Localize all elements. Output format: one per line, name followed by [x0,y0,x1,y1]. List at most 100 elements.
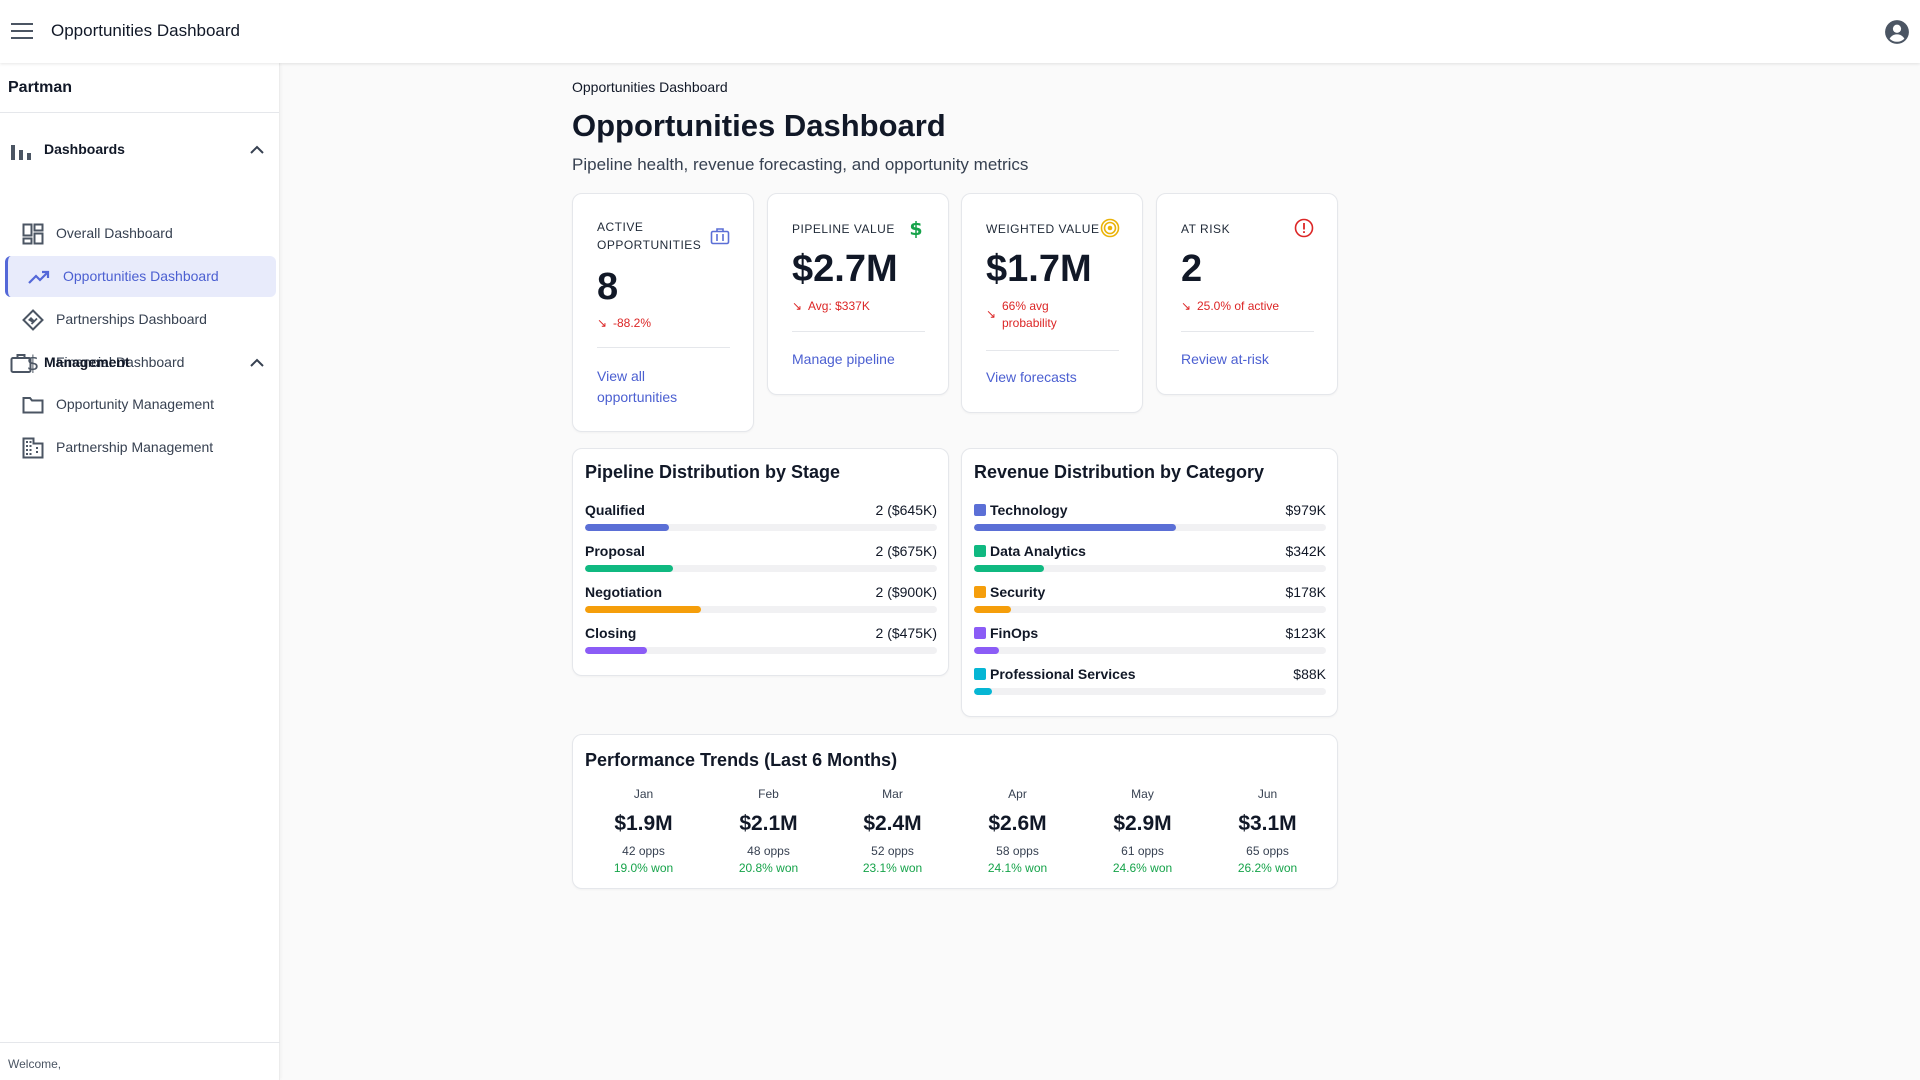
month-opps: 58 opps [996,844,1039,858]
kpi-value: 2 [1181,248,1203,290]
category-value: $342K [1285,543,1326,559]
sidebar-item-opportunity-management[interactable]: Opportunity Management [5,384,276,425]
kpi-value: $1.7M [986,248,1092,290]
menu-button[interactable] [8,15,36,47]
category-label: FinOps [974,625,1038,641]
pipeline-row-proposal: Proposal 2 ($675K) [585,543,937,572]
progress-fill [974,565,1045,572]
progress-fill [974,606,1011,613]
month-opps: 42 opps [622,844,665,858]
progress-track [585,606,937,613]
sidebar-item-partnerships-dashboard[interactable]: Partnerships Dashboard [5,299,276,340]
page-subtitle: Pipeline health, revenue forecasting, an… [572,155,1029,174]
month-won-rate: 20.8% won [738,861,799,875]
progress-track [585,524,937,531]
month-label: Jun [1257,787,1278,801]
stage-value: 2 ($900K) [875,584,937,600]
month-value: $2.6M [988,812,1047,835]
handshake-icon [22,309,44,331]
sidebar-item-label: Opportunity Management [56,396,214,412]
trending-down-arrow-icon: ↘ [986,307,997,321]
building-icon [22,437,44,459]
stage-value: 2 ($475K) [875,625,937,641]
month-value: $1.9M [614,812,673,835]
hamburger-menu-icon [11,23,33,39]
kpi-delta-text: -88.2% [613,316,652,330]
manage-pipeline-link[interactable]: Manage pipeline [792,349,895,370]
month-label: Apr [1008,787,1027,801]
kpi-label: Weighted Value [986,222,1100,236]
nav-section-label: Management [44,354,130,370]
category-value: $979K [1285,502,1326,518]
kpi-delta-text: 66% avg probability [1002,299,1057,330]
month-label: May [1131,787,1154,801]
month-won-rate: 26.2% won [1237,861,1298,875]
stage-label: Qualified [585,502,645,518]
briefcase-icon [710,228,730,245]
kpi-delta-text: Avg: $337K [808,299,870,313]
sidebar-item-partnership-management[interactable]: Partnership Management [5,427,276,468]
divider [597,347,730,348]
section-title: Revenue Distribution by Category [974,462,1265,482]
kpi-card-weighted-value: Weighted Value $1.7M ↘ 66% avg probabili… [961,193,1143,413]
progress-fill [585,647,647,654]
kpi-card-active-opportunities: Active Opportunities 8 ↘ -88.2% View all… [572,193,754,432]
dollar-icon: $ [909,218,922,238]
progress-fill [974,647,1000,654]
sidebar-item-label: Partnership Management [56,439,214,455]
sidebar: Partman Dashboards Overall Dashboard Opp… [0,63,280,1080]
nav-section-dashboards[interactable]: Dashboards [0,129,280,169]
category-value: $88K [1293,666,1326,682]
legend-swatch [974,586,986,598]
folder-icon [22,397,44,414]
category-value: $178K [1285,584,1326,600]
account-button[interactable] [1884,19,1910,45]
revenue-row-technology: Technology $979K [974,502,1326,531]
progress-track [974,606,1326,613]
kpi-value: 8 [597,266,619,308]
category-label: Security [974,584,1045,600]
month-opps: 65 opps [1246,844,1289,858]
trending-down-arrow-icon: ↘ [1181,299,1192,313]
month-value: $2.4M [863,812,922,835]
view-forecasts-link[interactable]: View forecasts [986,367,1077,388]
stage-label: Proposal [585,543,645,559]
stage-value: 2 ($675K) [875,543,937,559]
stage-label: Closing [585,625,637,641]
revenue-distribution-card: Revenue Distribution by Category Technol… [961,448,1338,717]
kpi-card-at-risk: At Risk 2 ↘ 25.0% of active Review at-ri… [1156,193,1338,395]
legend-swatch [974,668,986,680]
pipeline-row-negotiation: Negotiation 2 ($900K) [585,584,937,613]
trending-up-icon [28,270,50,284]
sidebar-item-overall-dashboard[interactable]: Overall Dashboard [5,213,276,254]
progress-track [974,565,1326,572]
progress-track [585,647,937,654]
month-won-rate: 19.0% won [613,861,674,875]
month-opps: 61 opps [1121,844,1164,858]
briefcase-icon [10,354,32,373]
month-label: Feb [758,787,779,801]
kpi-label: Pipeline Value [792,222,895,236]
legend-swatch [974,504,986,516]
pipeline-row-closing: Closing 2 ($475K) [585,625,937,654]
trend-month-jan: Jan $1.9M 42 opps 19.0% won [581,787,706,875]
divider [986,350,1119,351]
sidebar-item-opportunities-dashboard[interactable]: Opportunities Dashboard [5,256,276,297]
nav-section-management-header[interactable]: Management [0,342,280,382]
progress-track [974,524,1326,531]
revenue-row-security: Security $178K [974,584,1326,613]
month-value: $3.1M [1238,812,1297,835]
alert-circle-icon [1294,218,1314,238]
trend-month-mar: Mar $2.4M 52 opps 23.1% won [830,787,955,875]
sidebar-item-label: Overall Dashboard [56,225,173,241]
category-name: Technology [990,502,1068,518]
month-opps: 48 opps [747,844,790,858]
revenue-row-data-analytics: Data Analytics $342K [974,543,1326,572]
review-at-risk-link[interactable]: Review at-risk [1181,349,1269,370]
month-value: $2.9M [1113,812,1172,835]
view-all-opportunities-link[interactable]: View all opportunities [597,366,717,408]
welcome-text: Welcome, [0,1042,280,1080]
category-name: Data Analytics [990,543,1086,559]
kpi-delta: ↘ -88.2% [597,315,737,332]
revenue-row-finops: FinOps $123K [974,625,1326,654]
